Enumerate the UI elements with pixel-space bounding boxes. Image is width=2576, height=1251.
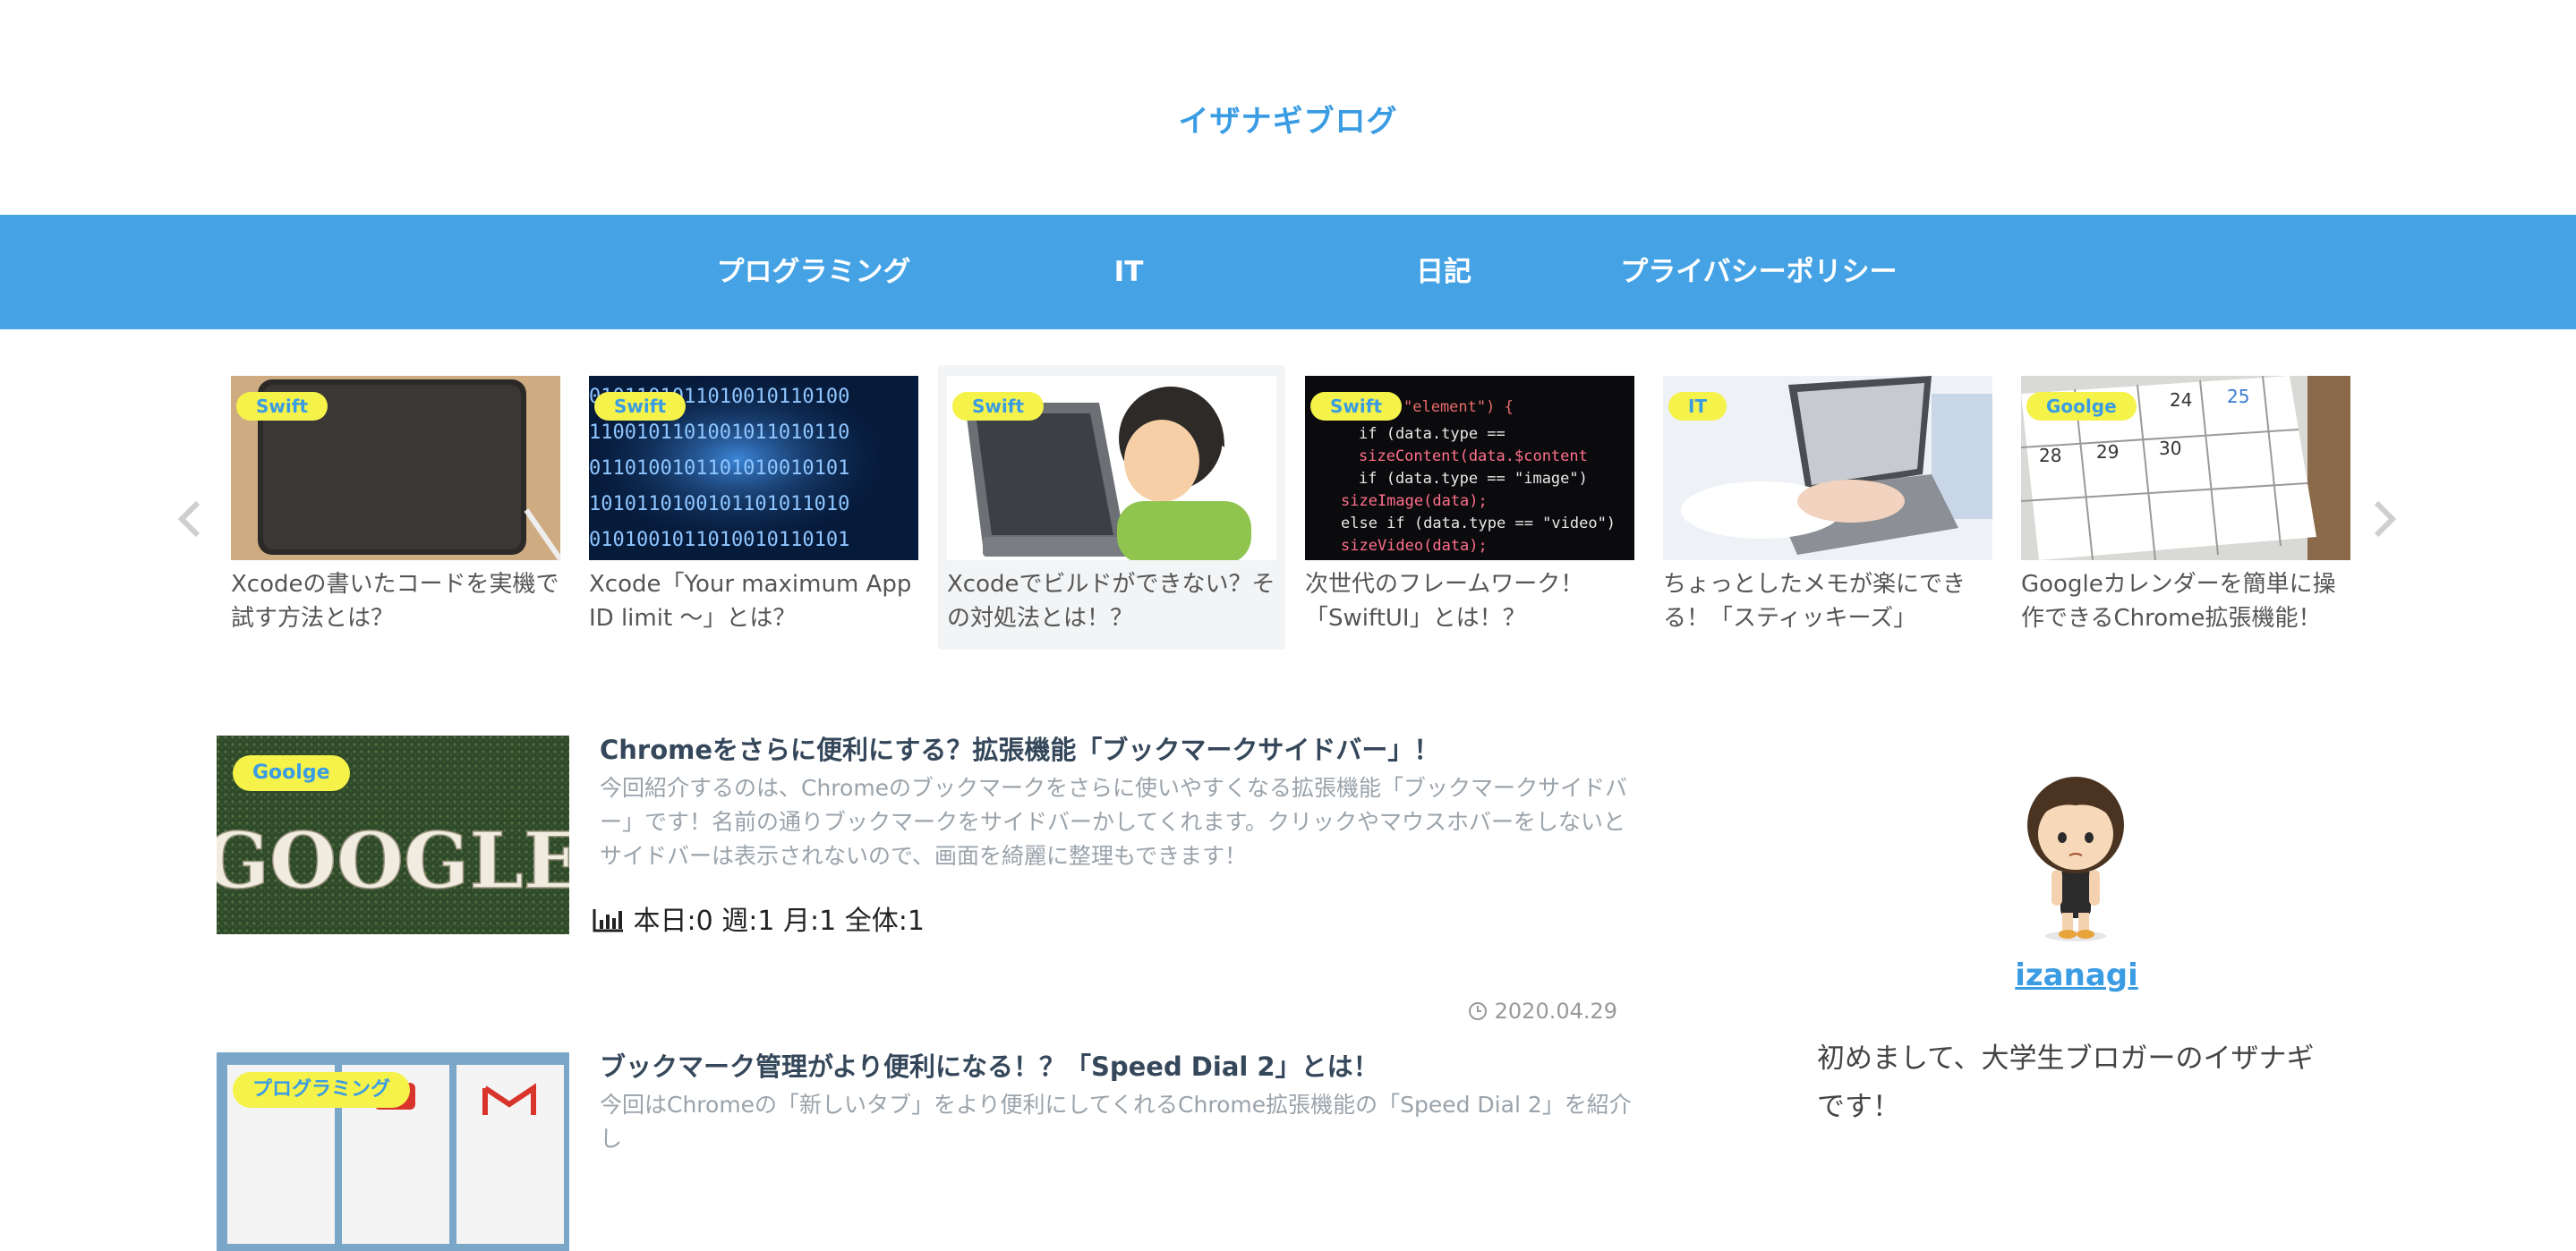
category-badge[interactable]: プログラミング <box>233 1072 411 1108</box>
slider-card[interactable]: Swift Xcodeの書いたコードを実機で試す方法とは？ <box>222 365 569 650</box>
main-navigation: プログラミング IT 日記 プライバシーポリシー <box>0 215 2576 329</box>
post-title[interactable]: Chromeをさらに便利にする？拡張機能「ブックマークサイドバー」！ <box>600 730 1674 770</box>
svg-text:24: 24 <box>2170 389 2192 411</box>
svg-text:else if (data.type == "video"): else if (data.type == "video") <box>1341 515 1616 532</box>
site-title[interactable]: イザナギブログ <box>0 97 2576 140</box>
category-badge[interactable]: Goolge <box>233 755 350 791</box>
slide-title[interactable]: Xcode「Your maximum App ID limit 〜」とは？ <box>589 567 920 635</box>
svg-text:if (data.type == "image"): if (data.type == "image") <box>1359 470 1588 488</box>
nav-item-diary[interactable]: 日記 <box>1286 215 1601 329</box>
svg-text:29: 29 <box>2096 441 2119 463</box>
category-badge[interactable]: IT <box>1668 392 1727 421</box>
post-date: 2020.04.29 <box>1468 999 1617 1024</box>
svg-text:1010110100101101011010: 1010110100101101011010 <box>589 493 849 515</box>
slider-card[interactable]: "element") { if (data.type == sizeConten… <box>1296 365 1643 650</box>
post-excerpt: 今回紹介するのは、Chromeのブックマークをさらに使いやすくなる拡張機能「ブッ… <box>600 775 1628 869</box>
slide-title[interactable]: Xcodeでビルドができない？その対処法とは！？ <box>947 567 1278 635</box>
post-excerpt: 今回はChromeの「新しいタブ」をより便利にしてくれるChrome拡張機能の「… <box>600 1092 1632 1152</box>
svg-text:"element") {: "element") { <box>1403 398 1514 416</box>
svg-text:28: 28 <box>2039 445 2061 466</box>
slide-title[interactable]: Googleカレンダーを簡単に操作できるChrome拡張機能！ <box>2021 567 2352 635</box>
slider-card[interactable]: IT ちょっとしたメモが楽にできる！「スティッキーズ」 <box>1654 365 2001 650</box>
svg-text:25: 25 <box>2227 386 2249 407</box>
slider-card[interactable]: 0101101011010010110100 11001011010010110… <box>580 365 927 650</box>
author-bio: 初めまして、大学生ブロガーのイザナギです！ <box>1817 1042 2315 1123</box>
svg-text:if (data.type ==: if (data.type == <box>1359 425 1506 443</box>
svg-text:0110100101101010010101: 0110100101101010010101 <box>589 457 849 480</box>
svg-text:1100101101001011010110: 1100101101001011010110 <box>589 421 849 444</box>
category-badge[interactable]: Swift <box>1310 392 1402 421</box>
chevron-right-icon[interactable] <box>2366 499 2401 538</box>
svg-text:sizeContent(data.$content: sizeContent(data.$content <box>1359 447 1588 465</box>
svg-text:0101001011010010110101: 0101001011010010110101 <box>589 529 849 551</box>
post-title[interactable]: ブックマーク管理がより便利になる！？「Speed Dial 2」とは！ <box>600 1047 1674 1086</box>
author-name-link[interactable]: izanagi <box>1808 957 2345 993</box>
featured-slider: Swift Xcodeの書いたコードを実機で試す方法とは？ 0101101011… <box>0 365 2576 660</box>
bar-chart-icon <box>593 909 623 932</box>
post-view-stats: 本日:0 週:1 月:1 全体:1 <box>593 902 925 941</box>
category-badge[interactable]: Goolge <box>2026 392 2137 421</box>
post-stats-text: 本日:0 週:1 月:1 全体:1 <box>633 906 925 937</box>
slide-title[interactable]: Xcodeの書いたコードを実機で試す方法とは？ <box>231 567 562 635</box>
nav-item-programming[interactable]: プログラミング <box>656 215 971 329</box>
nav-item-it[interactable]: IT <box>971 215 1286 329</box>
nav-item-privacy-policy[interactable]: プライバシーポリシー <box>1601 215 1916 329</box>
svg-text:sizeVideo(data);: sizeVideo(data); <box>1341 537 1488 555</box>
slider-card[interactable]: Swift Xcodeでビルドができない？その対処法とは！？ <box>938 365 1285 650</box>
clock-icon <box>1468 999 1495 1024</box>
post-date-text: 2020.04.29 <box>1494 999 1618 1024</box>
chevron-left-icon[interactable] <box>173 499 209 538</box>
avatar <box>2021 770 2130 945</box>
thumbnail-text: GOOGLE <box>217 816 569 906</box>
slider-card[interactable]: 24 25 28 29 30 Goolge Googleカレンダーを簡単に操作で… <box>2012 365 2359 650</box>
category-badge[interactable]: Swift <box>594 392 686 421</box>
slide-title[interactable]: 次世代のフレームワーク！「SwiftUI」とは！？ <box>1305 567 1636 635</box>
category-badge[interactable]: Swift <box>952 392 1044 421</box>
category-badge[interactable]: Swift <box>236 392 328 421</box>
svg-text:sizeImage(data);: sizeImage(data); <box>1341 492 1488 510</box>
slide-title[interactable]: ちょっとしたメモが楽にできる！「スティッキーズ」 <box>1663 567 1994 635</box>
svg-text:30: 30 <box>2159 438 2181 459</box>
